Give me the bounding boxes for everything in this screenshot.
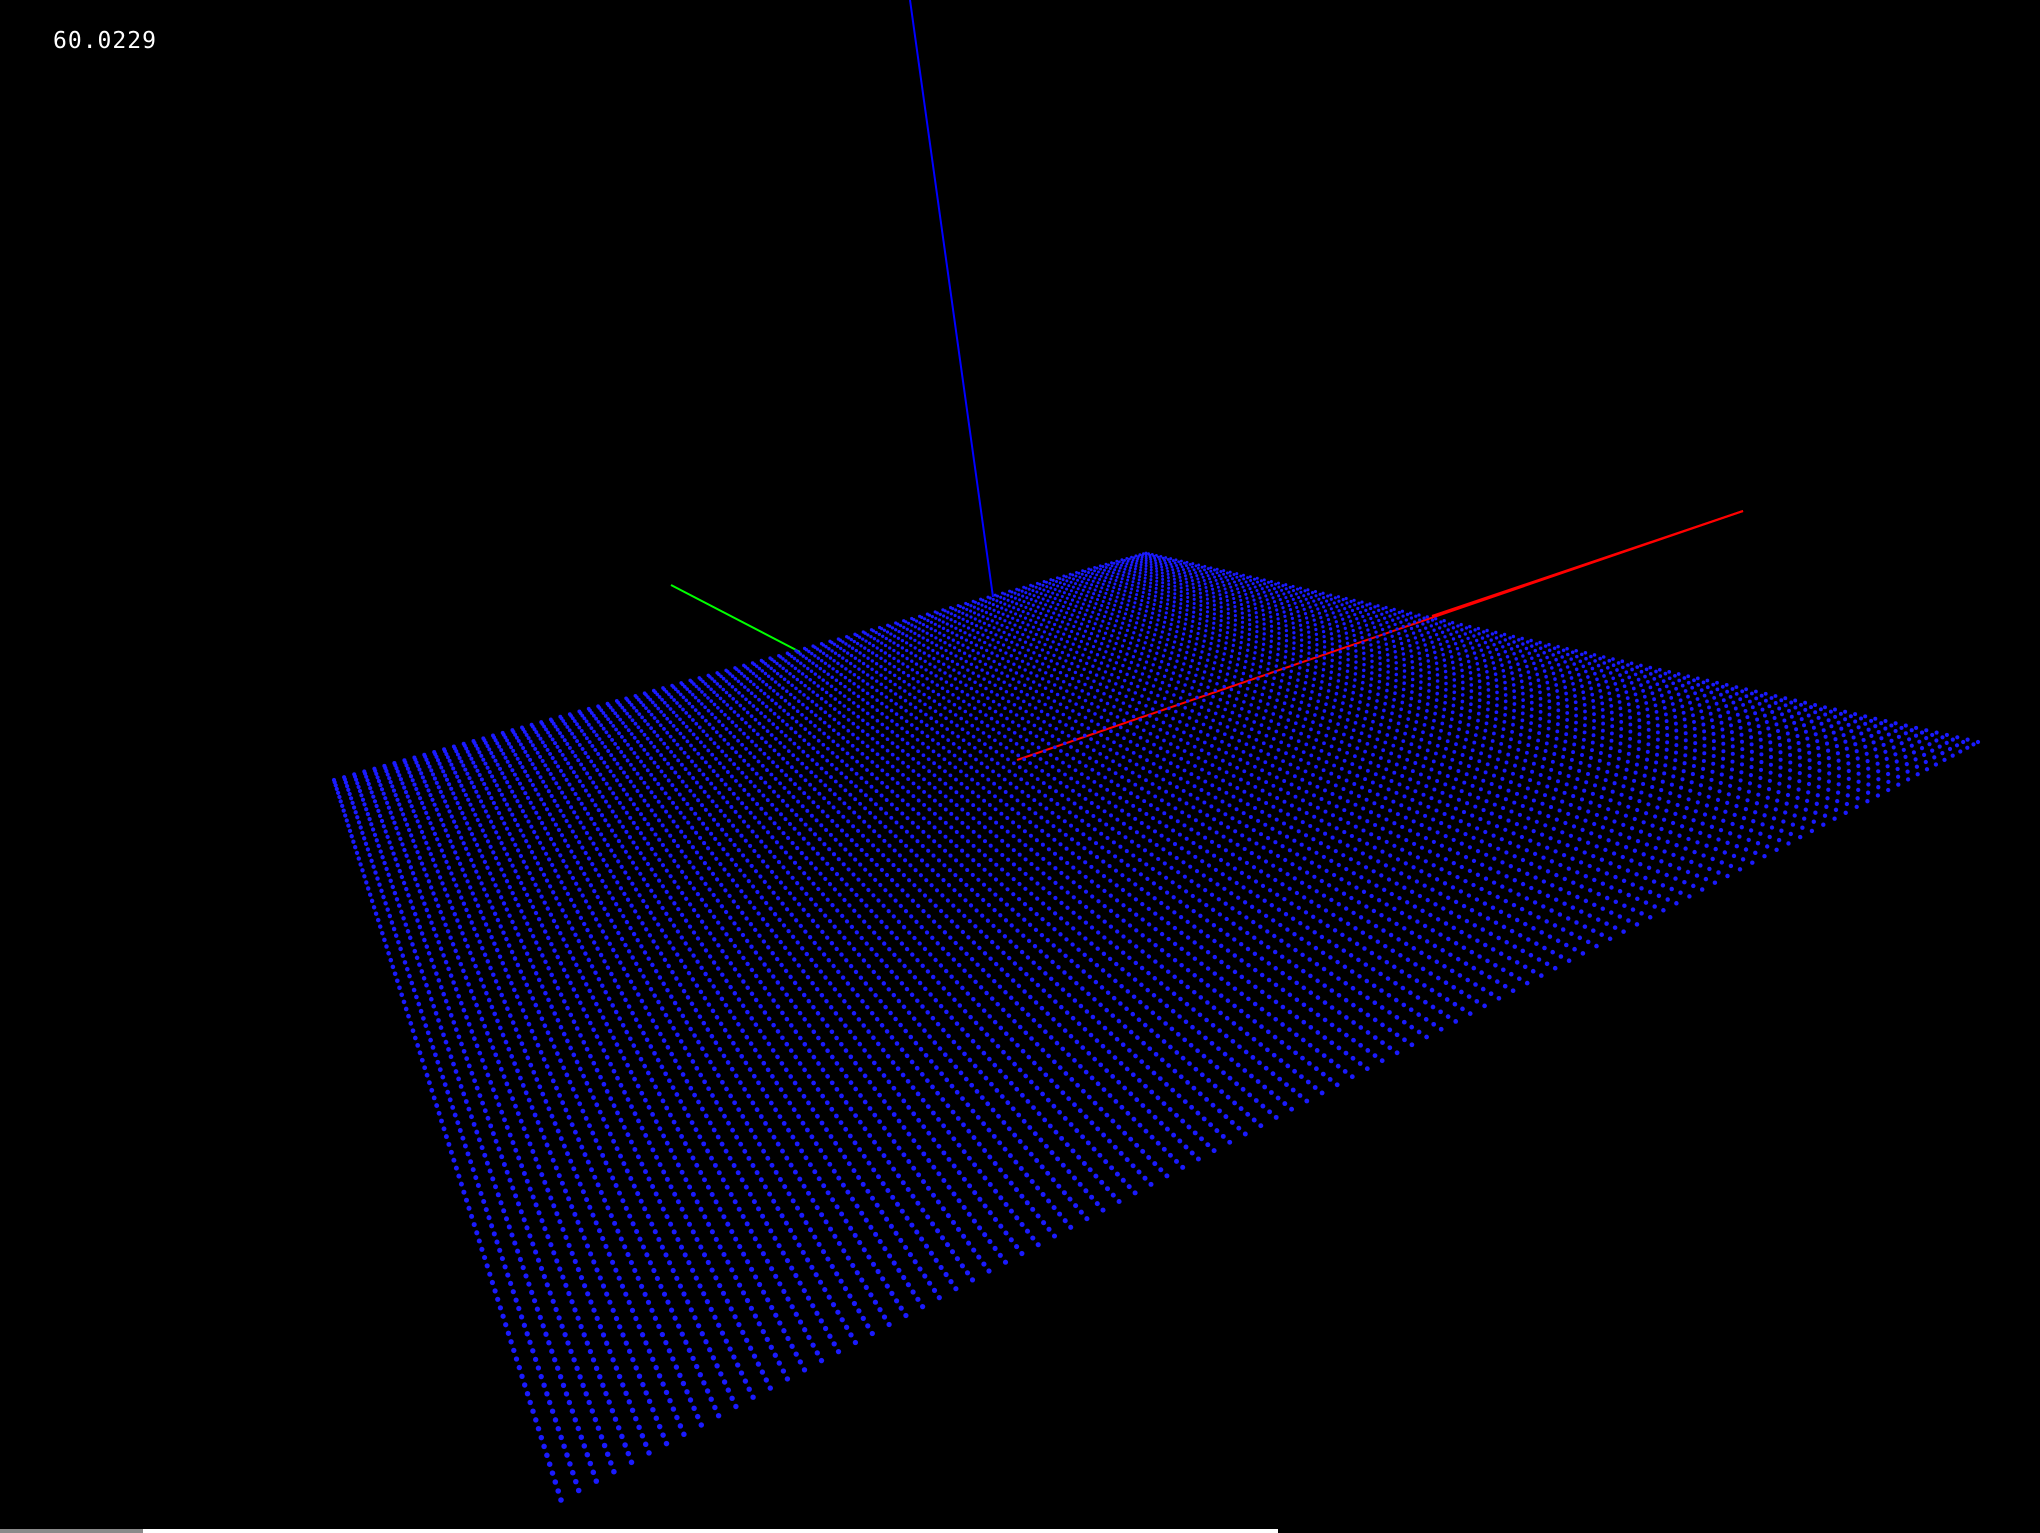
render-viewport[interactable]: 60.0229: [0, 0, 2040, 1533]
window-bottom-edge-segment: [0, 1529, 143, 1533]
fps-counter: 60.0229: [53, 28, 157, 54]
window-bottom-edge: [0, 1529, 1278, 1533]
y-axis-line: [670, 584, 801, 653]
x-axis-line-visible: [1431, 510, 1744, 617]
point-grid: [331, 551, 1981, 1503]
point-cloud-scene[interactable]: [0, 0, 2040, 1533]
z-axis-line: [909, 0, 994, 598]
